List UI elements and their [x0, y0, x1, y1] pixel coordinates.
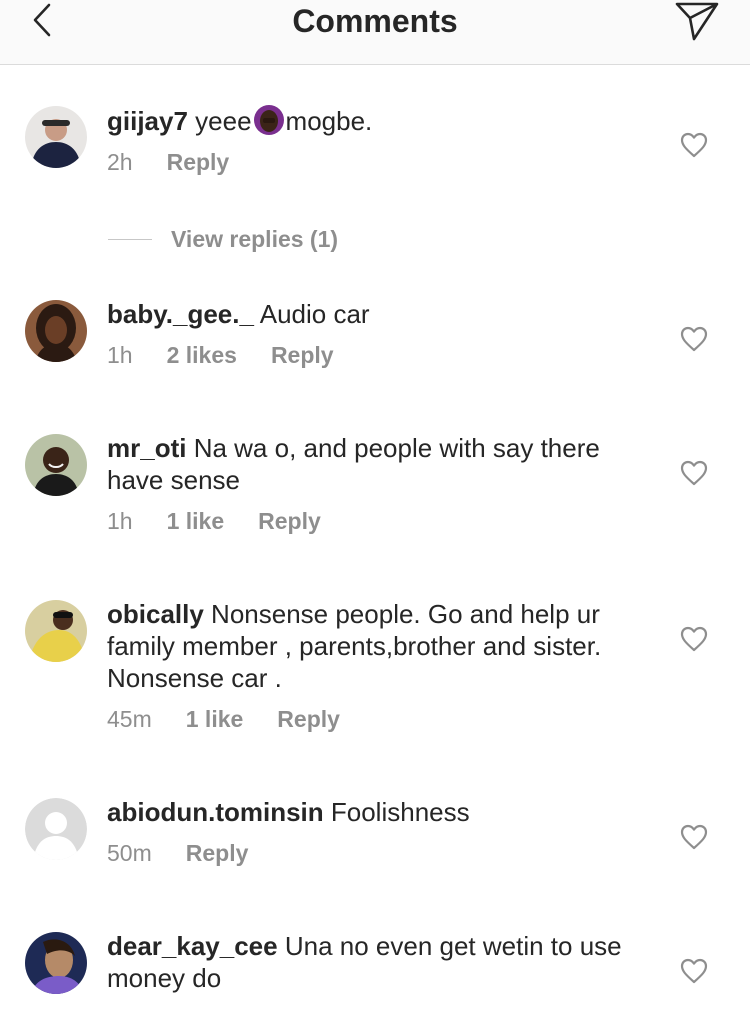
comments-header: Comments: [0, 0, 750, 65]
comment-username[interactable]: mr_oti: [107, 433, 186, 463]
comment-username[interactable]: giijay7: [107, 106, 188, 136]
woman-facepalming-emoji-icon: [253, 105, 284, 135]
comment-meta: 45m 1 like Reply: [107, 706, 647, 733]
divider-line: [108, 239, 152, 240]
comment-meta: 1h 2 likes Reply: [107, 342, 647, 369]
comment-meta: 50m Reply: [107, 840, 647, 867]
comment-body: Foolishness: [323, 797, 470, 827]
comment-username[interactable]: abiodun.tominsin: [107, 797, 324, 827]
reply-button[interactable]: Reply: [186, 840, 249, 867]
heart-icon[interactable]: [680, 132, 708, 158]
avatar[interactable]: [25, 932, 87, 994]
comment-time: 1h: [107, 342, 133, 368]
reply-button[interactable]: Reply: [277, 706, 340, 733]
avatar[interactable]: [25, 600, 87, 662]
heart-icon[interactable]: [680, 626, 708, 652]
view-replies-link[interactable]: View replies (1): [108, 226, 338, 253]
comment-likes[interactable]: 1 like: [186, 706, 244, 733]
comment-likes[interactable]: 2 likes: [167, 342, 237, 369]
comment-likes[interactable]: 1 like: [167, 508, 225, 535]
heart-icon[interactable]: [680, 824, 708, 850]
comment-time: 2h: [107, 149, 133, 175]
comment-text: giijay7 yeee mogbe.: [107, 104, 647, 137]
comment-body: Audio car: [253, 299, 370, 329]
comment-text: obically Nonsense people. Go and help ur…: [107, 598, 647, 694]
avatar[interactable]: [25, 434, 87, 496]
comment-text: baby._gee._ Audio car: [107, 298, 647, 330]
page-title: Comments: [292, 3, 458, 39]
paper-plane-icon: [675, 2, 719, 41]
comment-text: mr_oti Na wa o, and people with say ther…: [107, 432, 647, 496]
default-avatar-icon: [25, 798, 87, 860]
comment-body: yeee: [187, 106, 252, 136]
reply-button[interactable]: Reply: [271, 342, 334, 369]
comment-meta: 2h Reply: [107, 149, 647, 176]
avatar[interactable]: [25, 798, 87, 860]
view-replies-label: View replies (1): [171, 226, 339, 252]
comment-text: dear_kay_cee Una no even get wetin to us…: [107, 930, 647, 994]
avatar[interactable]: [25, 300, 87, 362]
comment-time: 1h: [107, 508, 133, 534]
comment-username[interactable]: obically: [107, 599, 204, 629]
comment-time: 45m: [107, 706, 152, 732]
reply-button[interactable]: Reply: [258, 508, 321, 535]
reply-button[interactable]: Reply: [167, 149, 230, 176]
comment-time: 50m: [107, 840, 152, 866]
heart-icon[interactable]: [680, 958, 708, 984]
comment-username[interactable]: baby._gee._: [107, 299, 254, 329]
comment-username[interactable]: dear_kay_cee: [107, 931, 278, 961]
comment-meta: 1h 1 like Reply: [107, 508, 647, 535]
heart-icon[interactable]: [680, 460, 708, 486]
comment-body-end: mogbe.: [285, 106, 373, 136]
share-button[interactable]: [672, 0, 722, 42]
comment-text: abiodun.tominsin Foolishness: [107, 796, 647, 828]
avatar[interactable]: [25, 106, 87, 168]
heart-icon[interactable]: [680, 326, 708, 352]
